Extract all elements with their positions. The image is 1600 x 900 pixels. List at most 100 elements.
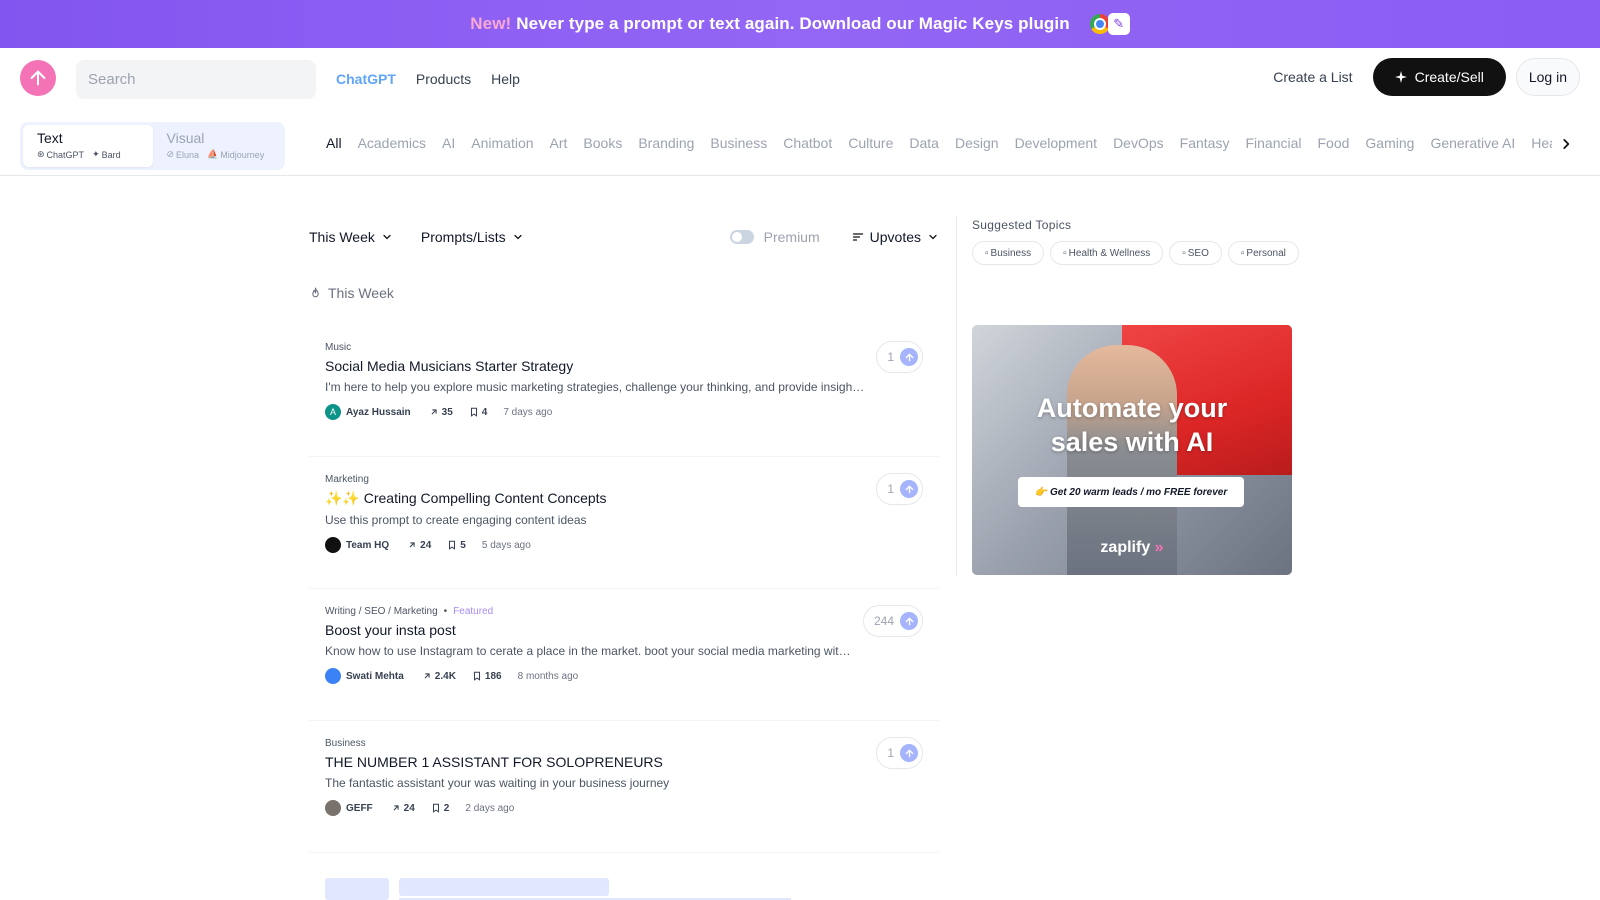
tag-icon: ▫ — [985, 247, 989, 259]
avatar[interactable] — [325, 537, 341, 553]
ad-headline-line1: Automate your — [1036, 393, 1228, 423]
create-list-link[interactable]: Create a List — [1273, 69, 1352, 85]
prompt-card[interactable]: Marketing ✨✨ Creating Compelling Content… — [309, 457, 939, 589]
ad-headline: Automate your sales with AI — [972, 391, 1292, 459]
upvote-circle — [900, 744, 918, 762]
category-devops[interactable]: DevOps — [1113, 135, 1164, 151]
topic-label: Personal — [1246, 247, 1286, 259]
topic-chip-business[interactable]: ▫ Business — [972, 241, 1045, 265]
upvote-button[interactable]: 1 — [876, 737, 923, 769]
category-fantasy[interactable]: Fantasy — [1180, 135, 1230, 151]
chevron-down-icon — [929, 234, 937, 240]
nav-help[interactable]: Help — [491, 71, 520, 87]
bookmark-icon — [449, 540, 456, 550]
author-name[interactable]: Ayaz Hussain — [346, 407, 411, 418]
prompt-meta: Swati Mehta 2.4K 186 8 months ago — [325, 668, 923, 684]
topic-chip-personal[interactable]: ▫ Personal — [1227, 241, 1299, 265]
upvote-circle — [900, 612, 918, 630]
category-bar: Text ⊛ ChatGPT ✦ Bard Visual ⊘ Eluna ⛵ Midjo… — [0, 110, 1600, 176]
saves-count: 4 — [481, 406, 488, 418]
prompt-category-label: Marketing — [325, 474, 369, 485]
prompt-title[interactable]: ✨✨ Creating Compelling Content Concepts — [325, 490, 923, 507]
category-animation[interactable]: Animation — [471, 135, 533, 151]
category-branding[interactable]: Branding — [638, 135, 694, 151]
featured-badge: Featured — [453, 606, 494, 617]
create-sell-button[interactable]: Create/Sell — [1372, 58, 1506, 96]
category-data[interactable]: Data — [909, 135, 939, 151]
author-name[interactable]: Swati Mehta — [346, 671, 404, 682]
category-ai[interactable]: AI — [442, 135, 455, 151]
uses-count: 24 — [403, 802, 415, 814]
uses-stat: 24 — [407, 540, 431, 551]
category-chatbot[interactable]: Chatbot — [783, 135, 832, 151]
category-books[interactable]: Books — [583, 135, 622, 151]
prompt-title[interactable]: Boost your insta post — [325, 622, 923, 638]
arrow-up-icon — [905, 484, 913, 493]
search-input[interactable] — [76, 60, 316, 99]
category-art[interactable]: Art — [550, 135, 568, 151]
upvote-button[interactable]: 1 — [876, 341, 923, 373]
eluna-icon: ⊘ — [166, 149, 175, 159]
sponsored-ad[interactable]: Automate your sales with AI 👉 Get 20 war… — [972, 325, 1292, 575]
period-dropdown[interactable]: This Week — [309, 229, 393, 245]
prompt-card[interactable]: Writing / SEO / Marketing • Featured Boost… — [309, 589, 939, 721]
prompt-category-label: Music — [325, 342, 352, 353]
category-food[interactable]: Food — [1317, 135, 1349, 151]
mode-visual-sub: ⊘ Eluna ⛵ Midjourney — [167, 149, 269, 160]
upvote-button[interactable]: 1 — [876, 473, 923, 505]
category-business[interactable]: Business — [710, 135, 767, 151]
bookmark-icon — [470, 407, 477, 417]
prompt-category: Music — [325, 342, 923, 353]
prompt-card[interactable]: Music Social Media Musicians Starter Str… — [309, 325, 939, 457]
avatar[interactable] — [325, 800, 341, 816]
prompt-title[interactable]: THE NUMBER 1 ASSISTANT FOR SOLOPRENEURS — [325, 754, 923, 770]
category-all[interactable]: All — [326, 135, 342, 151]
mode-text-sub: ⊛ ChatGPT ✦ Bard — [37, 149, 139, 160]
premium-toggle[interactable] — [729, 230, 754, 244]
promo-banner[interactable]: New! Never type a prompt or text again. D… — [0, 0, 1600, 48]
mode-visual-tab[interactable]: Visual ⊘ Eluna ⛵ Midjourney — [153, 125, 283, 167]
section-heading: This Week — [309, 285, 394, 301]
prompt-title[interactable]: Social Media Musicians Starter Strategy — [325, 358, 923, 374]
arrow-up-icon — [905, 352, 913, 361]
banner-text[interactable]: New! Never type a prompt or text again. D… — [470, 14, 1069, 34]
category-gaming[interactable]: Gaming — [1365, 135, 1414, 151]
upvote-count: 1 — [887, 350, 894, 364]
author-name[interactable]: GEFF — [346, 803, 373, 814]
nav-products[interactable]: Products — [416, 71, 471, 87]
upvote-count: 244 — [873, 614, 894, 628]
prompt-category: Business — [325, 738, 923, 749]
suggested-topics-title: Suggested Topics — [972, 218, 1072, 232]
category-dot: • — [443, 606, 448, 617]
category-academics[interactable]: Academics — [358, 135, 426, 151]
category-financial[interactable]: Financial — [1245, 135, 1301, 151]
avatar[interactable] — [325, 668, 341, 684]
category-generative-ai[interactable]: Generative AI — [1430, 135, 1515, 151]
category-culture[interactable]: Culture — [848, 135, 893, 151]
type-dropdown[interactable]: Prompts/Lists — [421, 229, 524, 245]
tag-icon: ▫ — [1063, 247, 1067, 259]
login-button[interactable]: Log in — [1515, 58, 1580, 96]
topic-chip-health-wellness[interactable]: ▫ Health & Wellness — [1050, 241, 1164, 265]
prompt-card[interactable]: Business THE NUMBER 1 ASSISTANT FOR SOLO… — [309, 721, 939, 853]
uses-stat: 35 — [429, 407, 453, 418]
saves-stat: 5 — [447, 540, 466, 551]
logo[interactable] — [20, 60, 56, 96]
midjourney-tag: ⛵ Midjourney — [207, 149, 264, 160]
ad-cta-button[interactable]: 👉 Get 20 warm leads / mo FREE forever — [1018, 477, 1244, 507]
category-scroll-right[interactable] — [1552, 130, 1580, 158]
mode-text-tab[interactable]: Text ⊛ ChatGPT ✦ Bard — [23, 125, 153, 167]
avatar[interactable]: A — [325, 404, 341, 420]
author-name[interactable]: Team HQ — [346, 540, 389, 551]
ad-brand-name: zaplify — [1100, 539, 1151, 556]
type-label: Prompts/Lists — [420, 229, 506, 245]
sort-dropdown[interactable]: Upvotes — [852, 229, 939, 245]
topic-chip-seo[interactable]: ▫ SEO — [1169, 241, 1222, 265]
premium-label: Premium — [763, 229, 820, 245]
category-development[interactable]: Development — [1015, 135, 1098, 151]
bookmark-icon — [473, 671, 480, 681]
saves-stat: 4 — [469, 406, 488, 418]
category-design[interactable]: Design — [955, 135, 999, 151]
upvote-button[interactable]: 244 — [862, 605, 923, 637]
nav-chatgpt[interactable]: ChatGPT — [336, 71, 396, 87]
